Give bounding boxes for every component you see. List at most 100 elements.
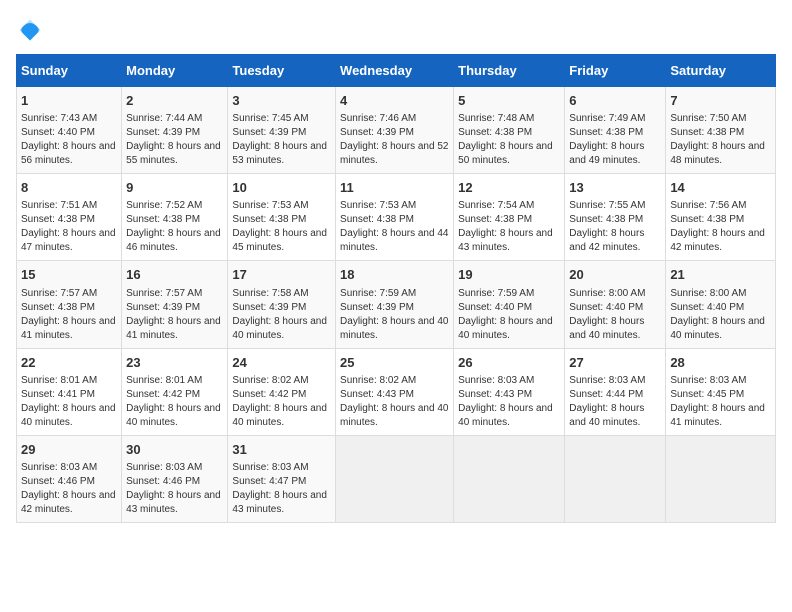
daylight: Daylight: 8 hours and 56 minutes. — [21, 141, 116, 166]
empty-cell — [565, 435, 666, 522]
sunrise: Sunrise: 7:51 AM — [21, 200, 97, 211]
day-number: 21 — [670, 266, 771, 284]
daylight: Daylight: 8 hours and 42 minutes. — [569, 228, 644, 253]
daylight: Daylight: 8 hours and 40 minutes. — [569, 316, 644, 341]
sunset: Sunset: 4:38 PM — [21, 214, 95, 225]
header-day-saturday: Saturday — [666, 55, 776, 87]
calendar-day-29: 29Sunrise: 8:03 AMSunset: 4:46 PMDayligh… — [17, 435, 122, 522]
daylight: Daylight: 8 hours and 40 minutes. — [232, 403, 327, 428]
day-number: 10 — [232, 179, 331, 197]
daylight: Daylight: 8 hours and 40 minutes. — [340, 403, 448, 428]
sunset: Sunset: 4:42 PM — [126, 389, 200, 400]
calendar-day-12: 12Sunrise: 7:54 AMSunset: 4:38 PMDayligh… — [454, 174, 565, 261]
day-number: 19 — [458, 266, 560, 284]
sunset: Sunset: 4:40 PM — [569, 302, 643, 313]
calendar-day-14: 14Sunrise: 7:56 AMSunset: 4:38 PMDayligh… — [666, 174, 776, 261]
day-number: 2 — [126, 92, 223, 110]
day-number: 23 — [126, 354, 223, 372]
header-day-friday: Friday — [565, 55, 666, 87]
day-number: 9 — [126, 179, 223, 197]
daylight: Daylight: 8 hours and 53 minutes. — [232, 141, 327, 166]
sunrise: Sunrise: 8:03 AM — [670, 375, 746, 386]
daylight: Daylight: 8 hours and 43 minutes. — [126, 490, 221, 515]
sunset: Sunset: 4:38 PM — [232, 214, 306, 225]
calendar-day-26: 26Sunrise: 8:03 AMSunset: 4:43 PMDayligh… — [454, 348, 565, 435]
sunrise: Sunrise: 7:50 AM — [670, 113, 746, 124]
sunset: Sunset: 4:38 PM — [458, 127, 532, 138]
sunrise: Sunrise: 7:59 AM — [458, 288, 534, 299]
sunrise: Sunrise: 7:43 AM — [21, 113, 97, 124]
sunrise: Sunrise: 7:54 AM — [458, 200, 534, 211]
calendar-day-3: 3Sunrise: 7:45 AMSunset: 4:39 PMDaylight… — [228, 87, 336, 174]
sunrise: Sunrise: 7:49 AM — [569, 113, 645, 124]
calendar-day-5: 5Sunrise: 7:48 AMSunset: 4:38 PMDaylight… — [454, 87, 565, 174]
calendar-week-0: 1Sunrise: 7:43 AMSunset: 4:40 PMDaylight… — [17, 87, 776, 174]
header-day-thursday: Thursday — [454, 55, 565, 87]
sunset: Sunset: 4:38 PM — [670, 127, 744, 138]
sunset: Sunset: 4:42 PM — [232, 389, 306, 400]
sunset: Sunset: 4:46 PM — [126, 476, 200, 487]
sunrise: Sunrise: 7:53 AM — [340, 200, 416, 211]
page-header — [16, 16, 776, 44]
day-number: 12 — [458, 179, 560, 197]
sunrise: Sunrise: 8:03 AM — [21, 462, 97, 473]
day-number: 8 — [21, 179, 117, 197]
sunrise: Sunrise: 8:03 AM — [569, 375, 645, 386]
sunset: Sunset: 4:39 PM — [232, 127, 306, 138]
header-row: SundayMondayTuesdayWednesdayThursdayFrid… — [17, 55, 776, 87]
sunset: Sunset: 4:38 PM — [458, 214, 532, 225]
daylight: Daylight: 8 hours and 44 minutes. — [340, 228, 448, 253]
empty-cell — [666, 435, 776, 522]
daylight: Daylight: 8 hours and 40 minutes. — [458, 316, 553, 341]
calendar-day-13: 13Sunrise: 7:55 AMSunset: 4:38 PMDayligh… — [565, 174, 666, 261]
calendar-week-3: 22Sunrise: 8:01 AMSunset: 4:41 PMDayligh… — [17, 348, 776, 435]
sunrise: Sunrise: 8:01 AM — [126, 375, 202, 386]
calendar-day-31: 31Sunrise: 8:03 AMSunset: 4:47 PMDayligh… — [228, 435, 336, 522]
sunrise: Sunrise: 8:02 AM — [340, 375, 416, 386]
calendar-table: SundayMondayTuesdayWednesdayThursdayFrid… — [16, 54, 776, 523]
calendar-day-10: 10Sunrise: 7:53 AMSunset: 4:38 PMDayligh… — [228, 174, 336, 261]
sunrise: Sunrise: 7:59 AM — [340, 288, 416, 299]
day-number: 16 — [126, 266, 223, 284]
sunset: Sunset: 4:39 PM — [126, 302, 200, 313]
day-number: 20 — [569, 266, 661, 284]
calendar-day-20: 20Sunrise: 8:00 AMSunset: 4:40 PMDayligh… — [565, 261, 666, 348]
day-number: 15 — [21, 266, 117, 284]
day-number: 18 — [340, 266, 449, 284]
day-number: 25 — [340, 354, 449, 372]
daylight: Daylight: 8 hours and 46 minutes. — [126, 228, 221, 253]
sunset: Sunset: 4:38 PM — [569, 127, 643, 138]
sunrise: Sunrise: 7:52 AM — [126, 200, 202, 211]
day-number: 29 — [21, 441, 117, 459]
day-number: 3 — [232, 92, 331, 110]
daylight: Daylight: 8 hours and 40 minutes. — [569, 403, 644, 428]
header-day-sunday: Sunday — [17, 55, 122, 87]
sunset: Sunset: 4:40 PM — [670, 302, 744, 313]
day-number: 28 — [670, 354, 771, 372]
sunrise: Sunrise: 7:44 AM — [126, 113, 202, 124]
daylight: Daylight: 8 hours and 41 minutes. — [126, 316, 221, 341]
sunrise: Sunrise: 7:55 AM — [569, 200, 645, 211]
sunrise: Sunrise: 7:46 AM — [340, 113, 416, 124]
sunset: Sunset: 4:39 PM — [232, 302, 306, 313]
sunset: Sunset: 4:38 PM — [670, 214, 744, 225]
daylight: Daylight: 8 hours and 43 minutes. — [232, 490, 327, 515]
sunset: Sunset: 4:47 PM — [232, 476, 306, 487]
sunset: Sunset: 4:43 PM — [340, 389, 414, 400]
daylight: Daylight: 8 hours and 40 minutes. — [458, 403, 553, 428]
day-number: 6 — [569, 92, 661, 110]
day-number: 7 — [670, 92, 771, 110]
sunrise: Sunrise: 7:58 AM — [232, 288, 308, 299]
day-number: 13 — [569, 179, 661, 197]
calendar-day-6: 6Sunrise: 7:49 AMSunset: 4:38 PMDaylight… — [565, 87, 666, 174]
calendar-day-30: 30Sunrise: 8:03 AMSunset: 4:46 PMDayligh… — [122, 435, 228, 522]
sunrise: Sunrise: 8:03 AM — [232, 462, 308, 473]
calendar-day-4: 4Sunrise: 7:46 AMSunset: 4:39 PMDaylight… — [336, 87, 454, 174]
day-number: 11 — [340, 179, 449, 197]
day-number: 17 — [232, 266, 331, 284]
sunset: Sunset: 4:38 PM — [340, 214, 414, 225]
sunrise: Sunrise: 7:56 AM — [670, 200, 746, 211]
calendar-day-28: 28Sunrise: 8:03 AMSunset: 4:45 PMDayligh… — [666, 348, 776, 435]
calendar-week-1: 8 Sunrise: 7:51 AM Sunset: 4:38 PM Daylight… — [17, 174, 776, 261]
calendar-day-9: 9Sunrise: 7:52 AMSunset: 4:38 PMDaylight… — [122, 174, 228, 261]
